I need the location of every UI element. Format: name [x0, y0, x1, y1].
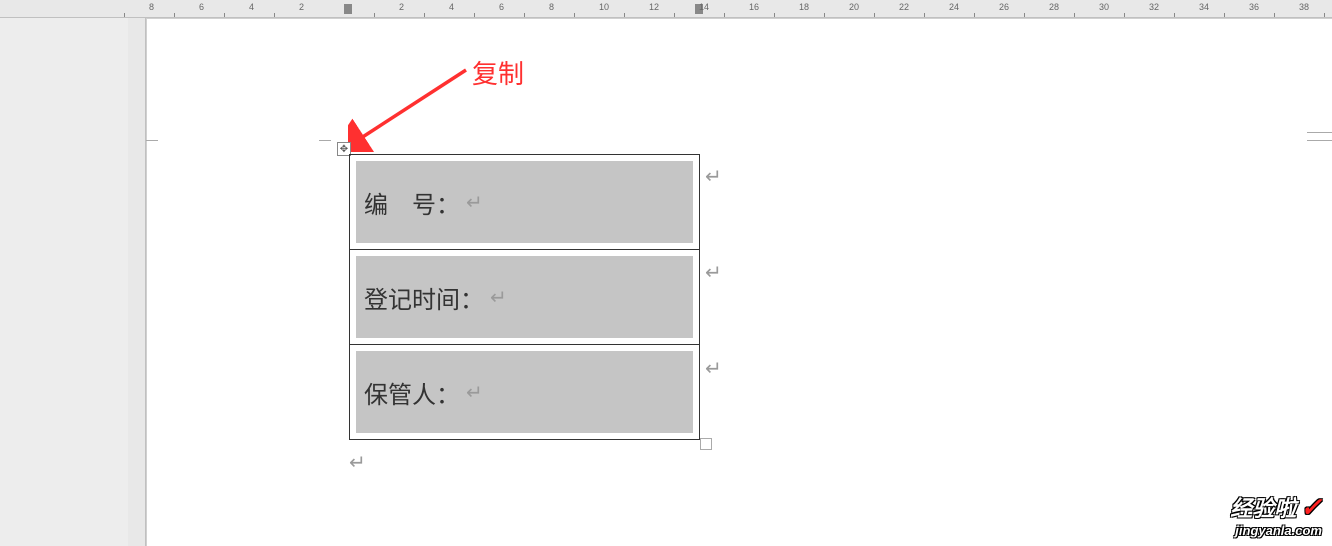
- ruler-indent-marker-icon[interactable]: [344, 4, 352, 14]
- watermark-sub: jingyanla.com: [1230, 523, 1322, 538]
- table-row[interactable]: 登记时间： ↵: [350, 250, 700, 345]
- ruler-tick-label: 4: [249, 2, 254, 12]
- table-cell[interactable]: 登记时间： ↵: [350, 250, 700, 345]
- margin-guide: [319, 140, 331, 141]
- document-table[interactable]: 编 号： ↵ 登记时间： ↵ 保管人： ↵: [349, 154, 700, 440]
- ruler-tick-label: 8: [149, 2, 154, 12]
- ruler-tick-label: 28: [1049, 2, 1059, 12]
- table-row[interactable]: 编 号： ↵: [350, 155, 700, 250]
- ruler-tick-label: 18: [799, 2, 809, 12]
- ruler-tick-label: 30: [1099, 2, 1109, 12]
- cell-label: 编 号：: [364, 185, 460, 220]
- ruler-tick-label: 22: [899, 2, 909, 12]
- cell-content[interactable]: 登记时间： ↵: [356, 256, 693, 338]
- row-end-mark-icon: ↵: [705, 260, 722, 285]
- table-cell[interactable]: 保管人： ↵: [350, 345, 700, 440]
- horizontal-ruler: 8642246810121416182022242628303234363840: [0, 0, 1332, 18]
- ruler-tick-label: 14: [699, 2, 709, 12]
- cell-content[interactable]: 保管人： ↵: [356, 351, 693, 433]
- ruler-tick-label: 26: [999, 2, 1009, 12]
- row-end-mark-icon: ↵: [705, 164, 722, 189]
- margin-guide: [1307, 132, 1332, 133]
- paragraph-mark-icon: ↵: [466, 190, 483, 215]
- annotation-label: 复制: [472, 54, 524, 91]
- ruler-tick-label: 20: [849, 2, 859, 12]
- move-glyph: ✥: [340, 144, 348, 155]
- paragraph-mark-icon: ↵: [490, 285, 507, 310]
- margin-guide: [1307, 140, 1332, 141]
- ruler-tick-label: 2: [399, 2, 404, 12]
- ruler-tick-label: 6: [199, 2, 204, 12]
- watermark: 经验啦✓ jingyanla.com: [1230, 491, 1322, 538]
- ruler-tick-label: 6: [499, 2, 504, 12]
- table-resize-handle-icon[interactable]: [700, 438, 712, 450]
- watermark-main: 经验啦: [1230, 496, 1296, 521]
- row-end-mark-icon: ↵: [705, 356, 722, 381]
- ruler-tick-label: 10: [599, 2, 609, 12]
- ruler-tick-label: 16: [749, 2, 759, 12]
- cell-label: 登记时间：: [364, 280, 484, 315]
- ruler-tick-label: 38: [1299, 2, 1309, 12]
- ruler-tick-label: 34: [1199, 2, 1209, 12]
- paragraph-mark-icon: ↵: [349, 450, 366, 475]
- vertical-ruler: [128, 18, 146, 546]
- table-row[interactable]: 保管人： ↵: [350, 345, 700, 440]
- ruler-tick-label: 32: [1149, 2, 1159, 12]
- ruler-tick-label: 4: [449, 2, 454, 12]
- cell-label: 保管人：: [364, 375, 460, 410]
- checkmark-icon: ✓: [1300, 492, 1322, 522]
- ruler-tick-label: 24: [949, 2, 959, 12]
- paragraph-mark-icon: ↵: [466, 380, 483, 405]
- ruler-tick-label: 2: [299, 2, 304, 12]
- ruler-tick-label: 36: [1249, 2, 1259, 12]
- cell-content[interactable]: 编 号： ↵: [356, 161, 693, 243]
- ruler-tick-label: 12: [649, 2, 659, 12]
- margin-guide: [146, 140, 158, 141]
- table-cell[interactable]: 编 号： ↵: [350, 155, 700, 250]
- ruler-tick-label: 8: [549, 2, 554, 12]
- document-page: [146, 18, 1332, 546]
